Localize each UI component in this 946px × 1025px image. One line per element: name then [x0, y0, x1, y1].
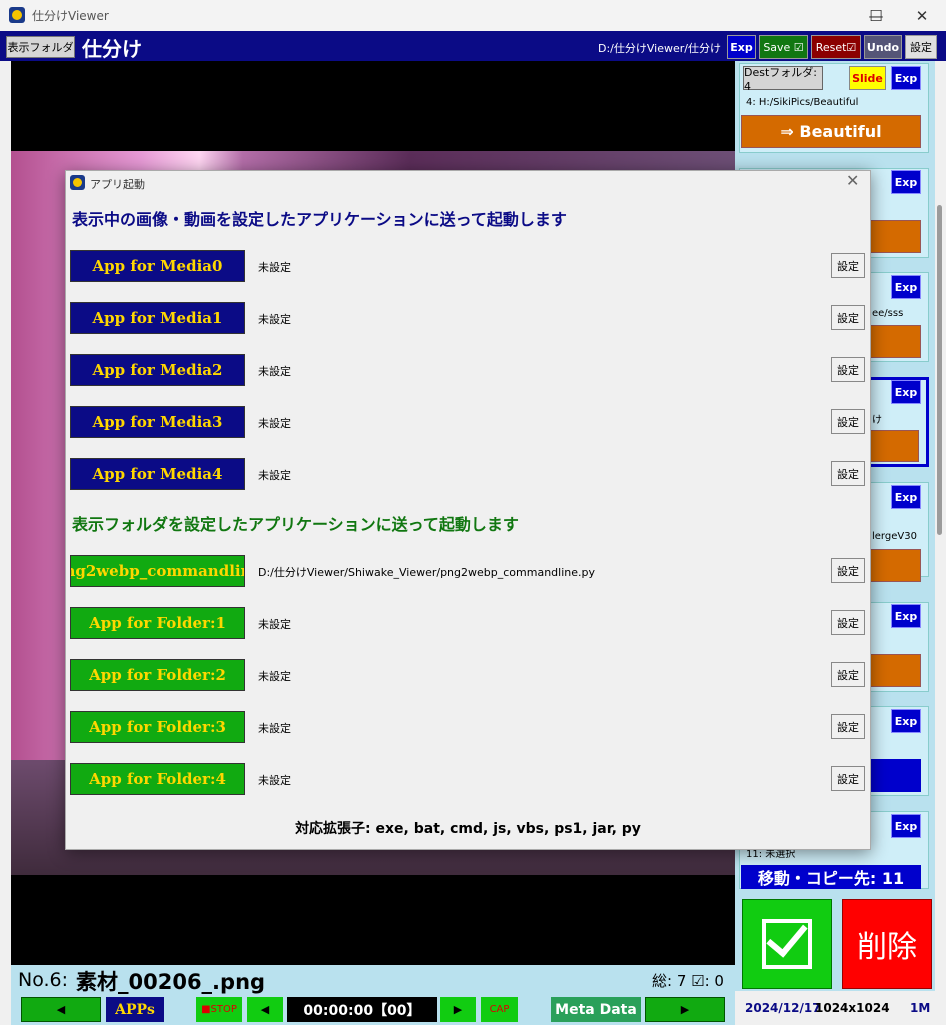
checkbox-icon	[762, 919, 812, 969]
set-button[interactable]: 設定	[831, 558, 865, 583]
close-window-icon[interactable]: ✕	[899, 0, 945, 31]
app-path: 未設定	[258, 618, 291, 631]
set-button[interactable]: 設定	[831, 662, 865, 687]
set-button[interactable]: 設定	[831, 766, 865, 791]
viewer-letterbox-top	[11, 61, 735, 151]
panel-exp-button[interactable]: Exp	[891, 380, 921, 404]
folder-section-heading: 表示フォルダを設定したアプリケーションに送って起動します	[72, 515, 519, 534]
app-path: 未設定	[258, 261, 291, 274]
set-button[interactable]: 設定	[831, 409, 865, 434]
panel-exp-button[interactable]: Exp	[891, 170, 921, 194]
app-folder-button[interactable]: App for Folder:4	[70, 763, 245, 795]
panel-exp-button[interactable]: Exp	[891, 814, 921, 838]
viewer-letterbox-bottom	[11, 875, 735, 965]
panel-exp-button[interactable]: Exp	[891, 66, 921, 90]
meta-data-button[interactable]: Meta Data	[551, 997, 641, 1022]
app-folder-button[interactable]: App for Folder:1	[70, 607, 245, 639]
app-media-button[interactable]: App for Media0	[70, 250, 245, 282]
move-to-button[interactable]: 移動・コピー先: 11	[741, 865, 921, 889]
window-titlebar	[0, 0, 946, 31]
save-button[interactable]: Save ☑	[759, 35, 808, 59]
prev-file-button[interactable]: ◀	[21, 997, 101, 1022]
timecode-display: 00:00:00【00】	[287, 997, 437, 1022]
mode-title: 仕分け	[82, 37, 142, 61]
dialog-title: アプリ起動	[90, 178, 145, 191]
dialog-close-icon[interactable]: ✕	[846, 171, 859, 190]
settings-button[interactable]: 設定	[905, 35, 937, 59]
set-button[interactable]: 設定	[831, 461, 865, 486]
app-media-button[interactable]: App for Media2	[70, 354, 245, 386]
app-folder-button[interactable]: png2webp_commandline	[70, 555, 245, 587]
dialog-logo-icon	[70, 175, 85, 190]
dest-path: け	[872, 415, 882, 426]
file-counts: 総: 7 ☑: 0	[652, 972, 724, 990]
maximize-icon[interactable]: ☐	[853, 0, 899, 31]
check-mark-button[interactable]	[742, 899, 832, 989]
set-button[interactable]: 設定	[831, 253, 865, 278]
current-path: D:/仕分けViewer/仕分け	[598, 42, 721, 55]
supported-extensions: 対応拡張子: exe, bat, cmd, js, vbs, ps1, jar,…	[295, 821, 641, 837]
set-button[interactable]: 設定	[831, 357, 865, 382]
app-path: 未設定	[258, 313, 291, 326]
app-path: D:/仕分けViewer/Shiwake_Viewer/png2webp_com…	[258, 566, 595, 579]
app-path: 未設定	[258, 469, 291, 482]
slide-button[interactable]: Slide	[849, 66, 886, 90]
app-path: 未設定	[258, 670, 291, 683]
file-number: No.6:	[18, 969, 69, 991]
dest-path: lergeV30	[872, 531, 917, 542]
file-size: 1M	[910, 1001, 931, 1015]
app-path: 未設定	[258, 774, 291, 787]
exp-button[interactable]: Exp	[727, 35, 756, 59]
capture-button[interactable]: CAP	[481, 997, 518, 1022]
file-name: 素材_00206_.png	[76, 970, 266, 994]
media-section-heading: 表示中の画像・動画を設定したアプリケーションに送って起動します	[72, 210, 567, 229]
reset-button[interactable]: Reset☑	[811, 35, 861, 59]
set-button[interactable]: 設定	[831, 305, 865, 330]
panel-exp-button[interactable]: Exp	[891, 709, 921, 733]
panel-exp-button[interactable]: Exp	[891, 275, 921, 299]
dest-path: ee/sss	[872, 308, 904, 319]
app-logo-icon	[9, 7, 25, 23]
app-folder-button[interactable]: App for Folder:3	[70, 711, 245, 743]
set-button[interactable]: 設定	[831, 714, 865, 739]
panel-scrollbar-thumb[interactable]	[937, 205, 942, 535]
app-media-button[interactable]: App for Media1	[70, 302, 245, 334]
next-file-button[interactable]: ▶	[645, 997, 725, 1022]
window-title: 仕分けViewer	[32, 9, 109, 23]
delete-button[interactable]: 削除	[842, 899, 932, 989]
apps-button[interactable]: APPs	[106, 997, 164, 1022]
app-folder-button[interactable]: App for Folder:2	[70, 659, 245, 691]
frame-back-button[interactable]: ◀	[247, 997, 283, 1022]
panel-exp-button[interactable]: Exp	[891, 604, 921, 628]
app-path: 未設定	[258, 722, 291, 735]
dest-folder-button[interactable]: Destフォルダ: 4	[743, 66, 823, 93]
show-folder-button[interactable]: 表示フォルダ	[6, 36, 75, 58]
set-button[interactable]: 設定	[831, 610, 865, 635]
undo-button[interactable]: Undo	[864, 35, 902, 59]
app-path: 未設定	[258, 365, 291, 378]
move-to-button[interactable]: ⇒ Beautiful	[741, 115, 921, 148]
file-resolution: 1024x1024	[815, 1001, 890, 1015]
panel-exp-button[interactable]: Exp	[891, 485, 921, 509]
app-media-button[interactable]: App for Media3	[70, 406, 245, 438]
app-media-button[interactable]: App for Media4	[70, 458, 245, 490]
file-date: 2024/12/17	[745, 1001, 821, 1015]
dest-path: 4: H:/SikiPics/Beautiful	[746, 97, 859, 108]
stop-button[interactable]: ■STOP	[196, 997, 242, 1022]
app-path: 未設定	[258, 417, 291, 430]
frame-forward-button[interactable]: ▶	[440, 997, 476, 1022]
